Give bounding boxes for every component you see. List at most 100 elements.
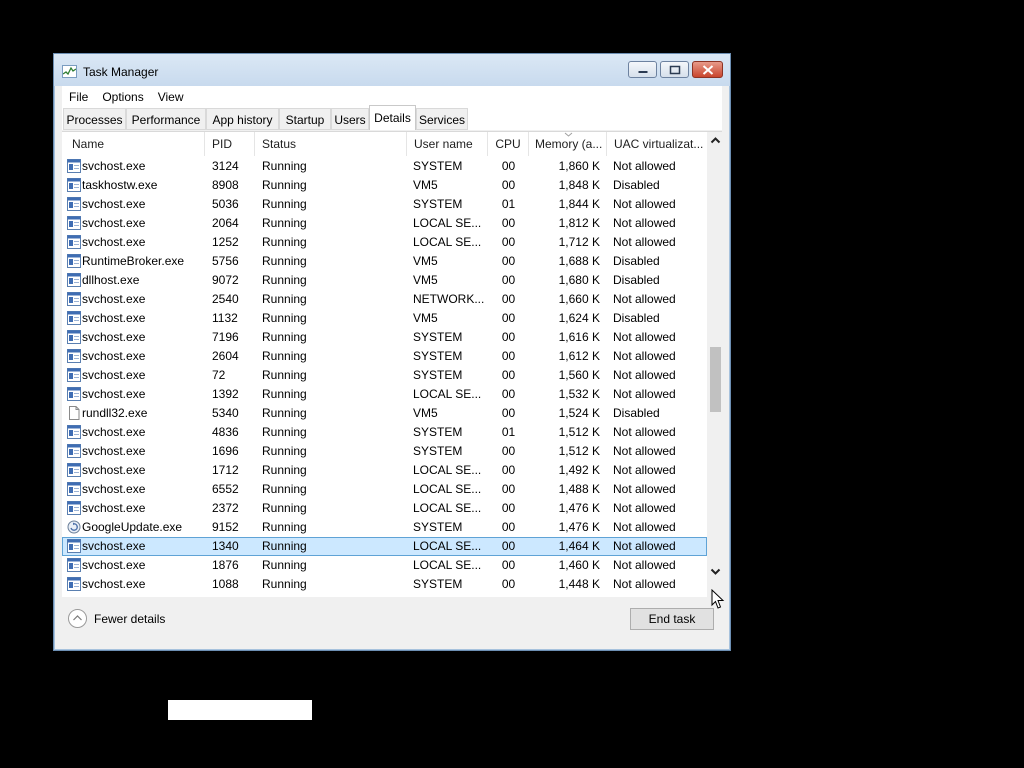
cell-pid: 5756	[212, 254, 239, 268]
cell-cpu: 00	[501, 387, 516, 401]
table-row[interactable]: svchost.exe 1392 Running LOCAL SE... 00 1,532…	[62, 385, 707, 404]
table-row[interactable]: svchost.exe 1340 Running LOCAL SE... 00 1,464…	[62, 537, 707, 556]
column-cpu[interactable]: CPU	[488, 132, 529, 156]
cell-memory: 1,488 K	[558, 482, 600, 496]
service-icon	[67, 311, 81, 325]
cell-pid: 6552	[212, 482, 239, 496]
table-row[interactable]: rundll32.exe 5340 Running VM5 00 1,524 K Disab…	[62, 404, 707, 423]
cell-cpu: 00	[501, 159, 516, 173]
cell-user: LOCAL SE...	[413, 235, 482, 249]
menu-file[interactable]: File	[62, 87, 95, 107]
scroll-thumb[interactable]	[710, 347, 721, 412]
cell-status: Running	[262, 159, 307, 173]
column-user-name[interactable]: User name	[407, 132, 488, 156]
cell-uac: Disabled	[613, 406, 660, 420]
vertical-scrollbar[interactable]	[707, 132, 722, 597]
table-row[interactable]: svchost.exe 1252 Running LOCAL SE... 00 1,712…	[62, 233, 707, 252]
cell-pid: 8908	[212, 178, 239, 192]
table-row[interactable]: RuntimeBroker.exe 5756 Running VM5 00 1,688 K…	[62, 252, 707, 271]
cell-uac: Not allowed	[613, 444, 676, 458]
tab-processes[interactable]: Processes	[63, 108, 126, 130]
table-row[interactable]: GoogleUpdate.exe 9152 Running SYSTEM 00 1,476…	[62, 518, 707, 537]
tab-startup[interactable]: Startup	[279, 108, 331, 130]
table-row[interactable]: svchost.exe 1696 Running SYSTEM 00 1,512 K Not…	[62, 442, 707, 461]
tab-services[interactable]: Services	[416, 108, 468, 130]
close-button[interactable]	[692, 61, 723, 78]
cell-user: LOCAL SE...	[413, 501, 482, 515]
table-row[interactable]: svchost.exe 1876 Running LOCAL SE... 00 1,460…	[62, 556, 707, 575]
cell-cpu: 00	[501, 349, 516, 363]
document-icon	[67, 406, 81, 420]
tab-users[interactable]: Users	[331, 108, 369, 130]
table-row[interactable]: svchost.exe 1088 Running SYSTEM 00 1,448 K Not…	[62, 575, 707, 594]
service-icon	[67, 216, 81, 230]
menu-options[interactable]: Options	[95, 87, 150, 107]
maximize-button[interactable]	[660, 61, 689, 78]
minimize-button[interactable]	[628, 61, 657, 78]
cell-user: SYSTEM	[413, 349, 463, 363]
tab-details[interactable]: Details	[369, 105, 416, 130]
column-header-row: Name PID Status User name CPU Memory (a.…	[62, 132, 722, 156]
cell-pid: 7196	[212, 330, 239, 344]
cell-name: taskhostw.exe	[82, 178, 158, 192]
table-row[interactable]: taskhostw.exe 8908 Running VM5 00 1,848 K Disa…	[62, 176, 707, 195]
cell-status: Running	[262, 425, 307, 439]
window-title: Task Manager	[83, 65, 159, 79]
table-row[interactable]: svchost.exe 72 Running SYSTEM 00 1,560 K Not a…	[62, 366, 707, 385]
cell-memory: 1,660 K	[558, 292, 600, 306]
details-list: Name PID Status User name CPU Memory (a.…	[62, 131, 722, 597]
cell-cpu: 00	[501, 368, 516, 382]
table-row[interactable]: svchost.exe 3124 Running SYSTEM 00 1,860 K Not…	[62, 157, 707, 176]
cell-cpu: 00	[501, 520, 516, 534]
cell-status: Running	[262, 216, 307, 230]
scroll-down-button[interactable]	[707, 563, 722, 580]
cell-uac: Disabled	[613, 178, 660, 192]
chevron-up-circle-icon[interactable]	[68, 609, 87, 628]
table-row[interactable]: svchost.exe 1712 Running LOCAL SE... 00 1,492…	[62, 461, 707, 480]
column-uac-virtualization[interactable]: UAC virtualizat...	[607, 132, 707, 156]
cell-status: Running	[262, 292, 307, 306]
minimize-icon	[638, 70, 647, 73]
cell-cpu: 00	[501, 330, 516, 344]
table-row[interactable]: svchost.exe 5036 Running SYSTEM 01 1,844 K Not…	[62, 195, 707, 214]
cell-name: svchost.exe	[82, 292, 146, 306]
blank-bar	[168, 700, 312, 720]
cell-name: svchost.exe	[82, 311, 146, 325]
cell-name: svchost.exe	[82, 463, 146, 477]
cell-memory: 1,448 K	[558, 577, 600, 591]
scroll-up-button[interactable]	[707, 132, 722, 149]
cell-status: Running	[262, 406, 307, 420]
cell-uac: Not allowed	[613, 463, 676, 477]
task-manager-window: Task Manager File Options View Processes…	[53, 53, 731, 651]
column-pid[interactable]: PID	[205, 132, 255, 156]
cell-pid: 5340	[212, 406, 239, 420]
cell-user: LOCAL SE...	[413, 463, 482, 477]
cell-cpu: 00	[501, 577, 516, 591]
column-name[interactable]: Name	[62, 132, 205, 156]
cell-user: VM5	[413, 273, 438, 287]
cell-memory: 1,476 K	[558, 520, 600, 534]
cell-cpu: 00	[501, 444, 516, 458]
table-row[interactable]: svchost.exe 2064 Running LOCAL SE... 00 1,812…	[62, 214, 707, 233]
table-row[interactable]: svchost.exe 2540 Running NETWORK... 00 1,660 …	[62, 290, 707, 309]
maximize-icon	[669, 65, 680, 74]
tab-app-history[interactable]: App history	[206, 108, 279, 130]
table-row[interactable]: svchost.exe 6552 Running LOCAL SE... 00 1,488…	[62, 480, 707, 499]
tab-performance[interactable]: Performance	[126, 108, 206, 130]
table-row[interactable]: svchost.exe 2604 Running SYSTEM 00 1,612 K Not…	[62, 347, 707, 366]
menu-view[interactable]: View	[151, 87, 191, 107]
chevron-up-icon	[710, 137, 721, 144]
table-row[interactable]: svchost.exe 4836 Running SYSTEM 01 1,512 K Not…	[62, 423, 707, 442]
table-row[interactable]: svchost.exe 1132 Running VM5 00 1,624 K Disabl…	[62, 309, 707, 328]
end-task-button[interactable]: End task	[630, 608, 714, 630]
column-status[interactable]: Status	[255, 132, 407, 156]
title-bar[interactable]: Task Manager	[54, 54, 730, 86]
table-row[interactable]: svchost.exe 2372 Running LOCAL SE... 00 1,476…	[62, 499, 707, 518]
cell-uac: Disabled	[613, 311, 660, 325]
service-icon	[67, 330, 81, 344]
table-row[interactable]: dllhost.exe 9072 Running VM5 00 1,680 K Disabl…	[62, 271, 707, 290]
cell-memory: 1,512 K	[558, 425, 600, 439]
table-row[interactable]: svchost.exe 7196 Running SYSTEM 00 1,616 K Not…	[62, 328, 707, 347]
fewer-details-link[interactable]: Fewer details	[94, 612, 165, 626]
cell-name: svchost.exe	[82, 501, 146, 515]
